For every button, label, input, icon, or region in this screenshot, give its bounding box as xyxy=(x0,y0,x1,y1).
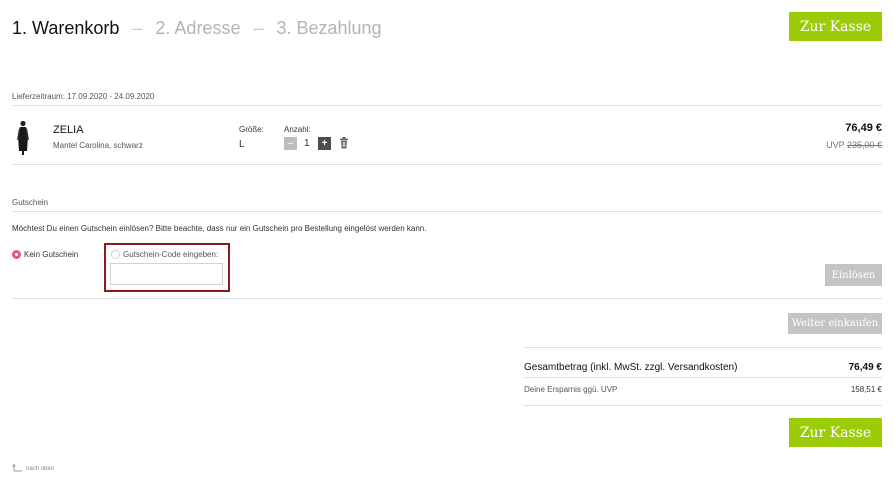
quantity-decrease-button[interactable]: – xyxy=(284,137,297,150)
divider xyxy=(12,105,882,106)
divider xyxy=(523,347,882,348)
divider xyxy=(523,377,882,378)
delivery-label: Lieferzeitraum: xyxy=(12,92,65,101)
no-voucher-label[interactable]: Kein Gutschein xyxy=(24,250,78,259)
arrow-up-icon xyxy=(12,463,22,472)
divider xyxy=(12,164,882,165)
uvp-label: UVP xyxy=(826,140,845,150)
product-image[interactable] xyxy=(14,120,32,156)
voucher-question: Möchtest Du einen Gutschein einlösen? Bi… xyxy=(12,224,427,233)
divider xyxy=(523,405,882,406)
total-value: 76,49 € xyxy=(848,362,882,373)
step-warenkorb: 1. Warenkorb xyxy=(12,17,120,38)
uvp-price: UVP 235,00 € xyxy=(826,140,882,150)
redeem-button[interactable]: Einlösen xyxy=(825,264,882,286)
step-separator: – xyxy=(253,17,264,38)
radio-no-voucher[interactable] xyxy=(12,250,21,259)
continue-shopping-button[interactable]: Weiter einkaufen xyxy=(788,313,882,334)
savings-label: Deine Ersparnis ggü. UVP xyxy=(524,385,618,394)
back-to-top-label: nach oben xyxy=(26,466,55,472)
quantity-increase-button[interactable]: + xyxy=(318,137,331,150)
divider xyxy=(12,211,882,212)
size-value: L xyxy=(239,139,245,150)
voucher-code-label[interactable]: Gutschein-Code eingeben: xyxy=(123,250,218,259)
divider xyxy=(12,298,882,299)
size-label: Größe: xyxy=(239,125,264,134)
uvp-value: 235,00 € xyxy=(846,140,882,150)
delivery-value: 17.09.2020 - 24.09.2020 xyxy=(67,92,155,101)
step-separator: – xyxy=(132,17,143,38)
step-adresse[interactable]: 2. Adresse xyxy=(155,18,240,39)
checkout-steps: 1. Warenkorb – 2. Adresse – 3. Bezahlung xyxy=(12,15,382,41)
step-bezahlung[interactable]: 3. Bezahlung xyxy=(276,18,381,39)
product-description: Mantel Carolina, schwarz xyxy=(53,141,143,150)
voucher-code-input[interactable] xyxy=(110,263,223,285)
voucher-section-title: Gutschein xyxy=(12,198,49,207)
checkout-button-bottom[interactable]: Zur Kasse xyxy=(789,418,882,447)
checkout-button-top[interactable]: Zur Kasse xyxy=(789,12,882,41)
trash-icon[interactable] xyxy=(339,137,349,149)
savings-value: 158,51 € xyxy=(850,385,882,394)
quantity-value: 1 xyxy=(304,138,310,149)
total-label: Gesamtbetrag (inkl. MwSt. zzgl. Versandk… xyxy=(524,362,738,373)
product-price: 76,49 € xyxy=(845,122,882,134)
radio-voucher-code[interactable] xyxy=(111,250,120,259)
delivery-period: Lieferzeitraum: 17.09.2020 - 24.09.2020 xyxy=(12,92,154,101)
back-to-top-link[interactable]: nach oben xyxy=(12,463,54,472)
quantity-label: Anzahl: xyxy=(284,125,311,134)
product-name[interactable]: ZELIA xyxy=(53,124,84,136)
